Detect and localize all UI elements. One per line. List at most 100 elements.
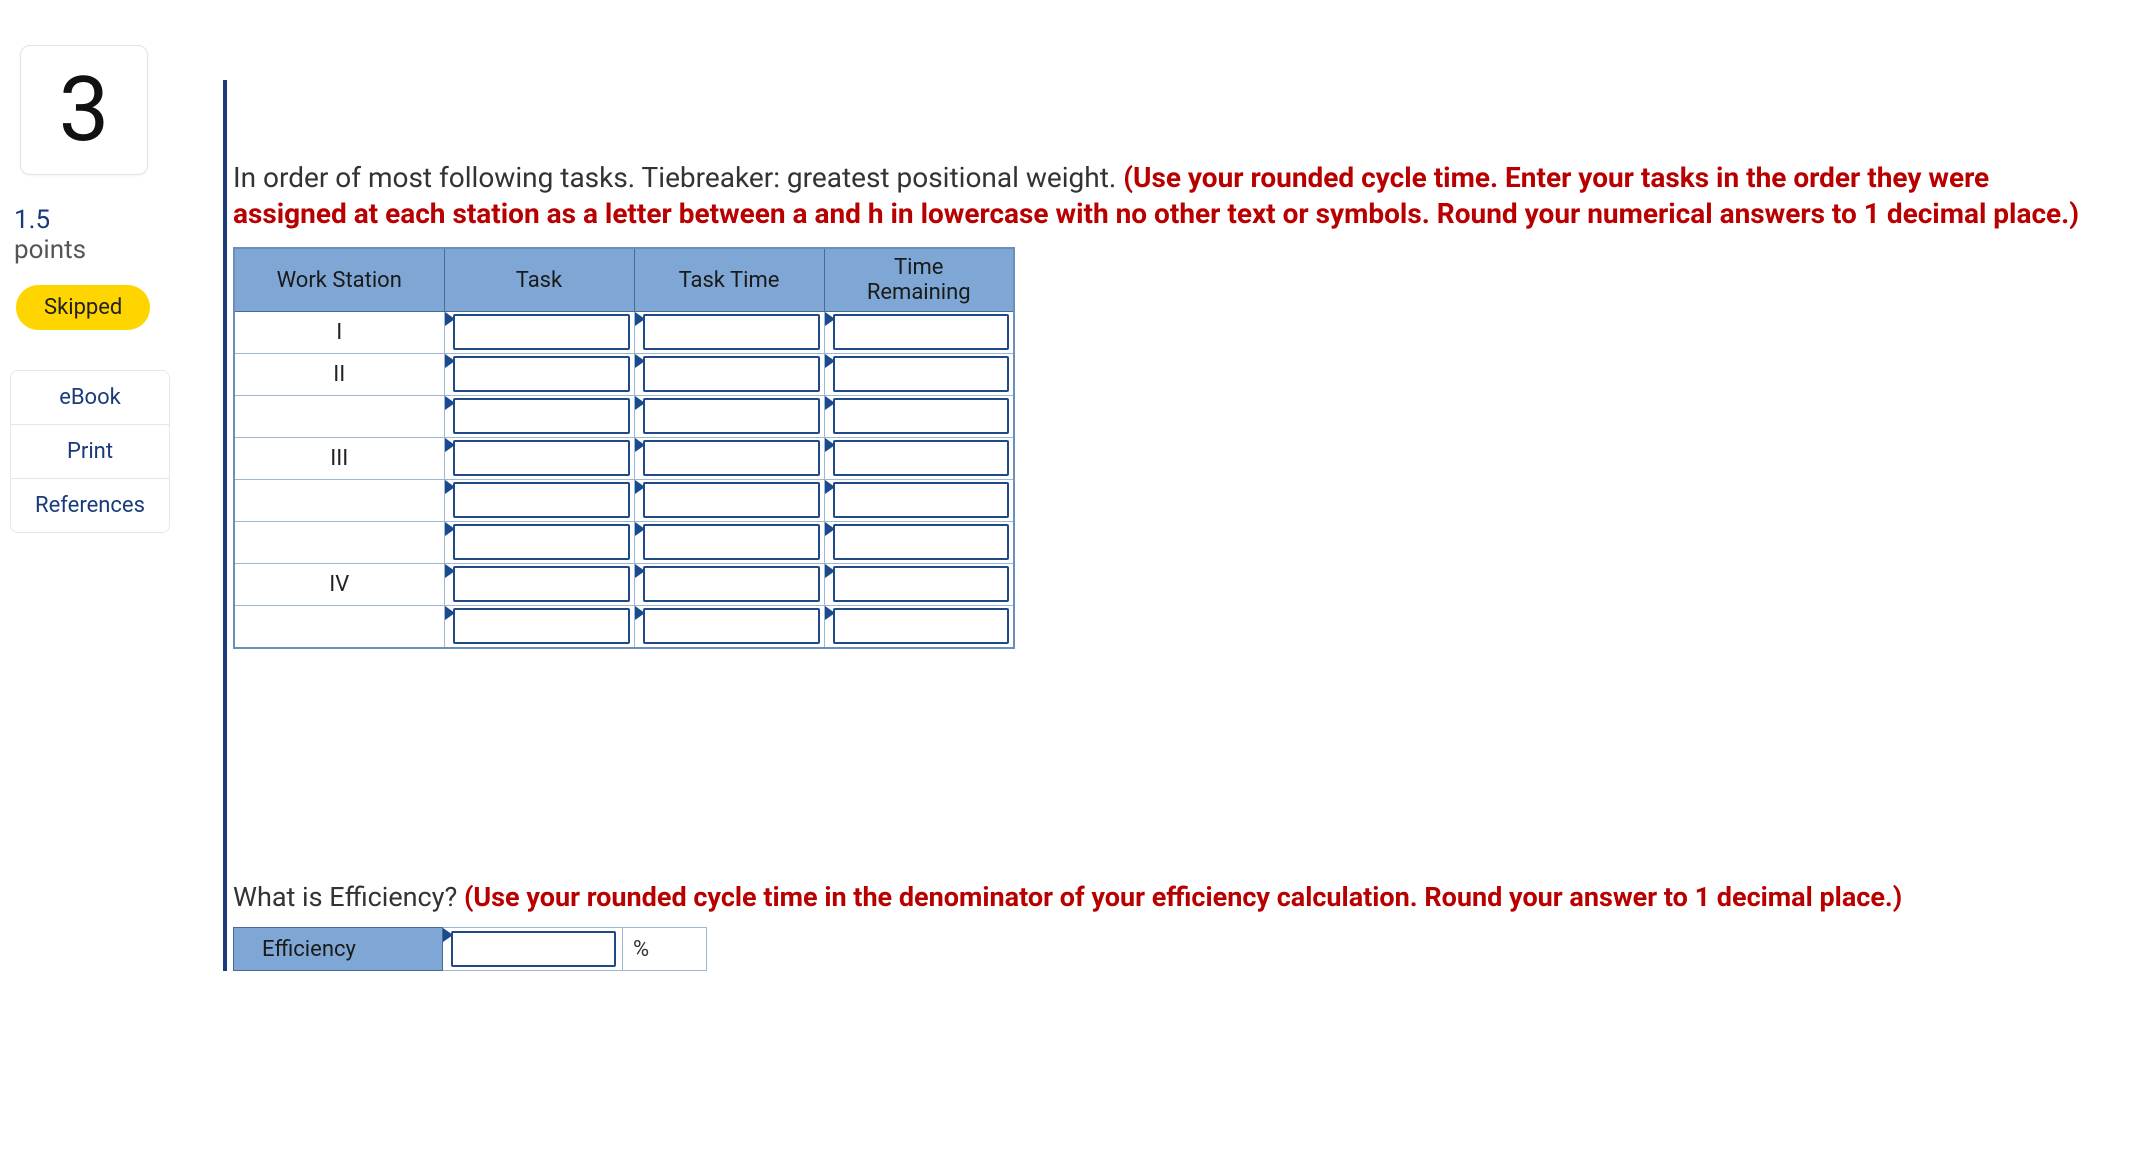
task-cell: [444, 312, 634, 354]
input-marker-icon: [635, 438, 645, 452]
task-time-input[interactable]: [643, 482, 820, 518]
time-remaining-cell: [824, 606, 1014, 648]
task-time-cell: [634, 522, 824, 564]
header-task: Task: [444, 248, 634, 312]
header-workstation: Work Station: [234, 248, 444, 312]
input-marker-icon: [445, 438, 455, 452]
vertical-rule: [223, 80, 227, 971]
time-remaining-input[interactable]: [833, 524, 1010, 560]
task-cell: [444, 522, 634, 564]
time-remaining-input[interactable]: [833, 608, 1010, 644]
points-value: 1.5: [14, 205, 205, 235]
task-input[interactable]: [453, 566, 630, 602]
task-cell: [444, 438, 634, 480]
ws-cell: IV: [234, 564, 444, 606]
input-marker-icon: [445, 606, 455, 620]
question-prompt: In order of most following tasks. Tiebre…: [233, 160, 2100, 233]
time-remaining-cell: [824, 480, 1014, 522]
task-input[interactable]: [453, 356, 630, 392]
input-marker-icon: [635, 606, 645, 620]
task-input[interactable]: [453, 608, 630, 644]
input-marker-icon: [825, 312, 835, 326]
task-input[interactable]: [453, 398, 630, 434]
time-remaining-input[interactable]: [833, 356, 1010, 392]
spacer: [233, 649, 2100, 869]
time-remaining-input[interactable]: [833, 314, 1010, 350]
question-content: In order of most following tasks. Tiebre…: [233, 40, 2140, 971]
time-remaining-input[interactable]: [833, 440, 1010, 476]
sidebar-link-ebook[interactable]: eBook: [11, 371, 169, 425]
efficiency-prompt: What is Efficiency? (Use your rounded cy…: [233, 879, 2100, 915]
workstation-table-wrap: Work Station Task Task Time Time Remaini…: [233, 247, 2100, 649]
table-row: III: [234, 438, 1014, 480]
input-marker-icon: [445, 564, 455, 578]
task-time-cell: [634, 438, 824, 480]
workstation-table: Work Station Task Task Time Time Remaini…: [233, 247, 1015, 649]
efficiency-prompt-instructions: (Use your rounded cycle time in the deno…: [464, 881, 1902, 913]
table-row: [234, 606, 1014, 648]
efficiency-row: Efficiency %: [233, 927, 2100, 971]
input-marker-icon: [635, 354, 645, 368]
table-row: II: [234, 354, 1014, 396]
time-remaining-cell: [824, 354, 1014, 396]
table-row: [234, 480, 1014, 522]
input-marker-icon: [825, 396, 835, 410]
question-number: 3: [59, 65, 110, 155]
table-header-row: Work Station Task Task Time Time Remaini…: [234, 248, 1014, 312]
ws-cell: I: [234, 312, 444, 354]
task-input[interactable]: [453, 524, 630, 560]
efficiency-input-cell: [443, 927, 623, 971]
efficiency-input[interactable]: [451, 931, 616, 967]
ws-cell: [234, 522, 444, 564]
input-marker-icon: [825, 522, 835, 536]
task-time-input[interactable]: [643, 356, 820, 392]
task-cell: [444, 480, 634, 522]
input-marker-icon: [635, 480, 645, 494]
ws-cell: II: [234, 354, 444, 396]
points-label: points: [14, 235, 205, 265]
table-row: [234, 522, 1014, 564]
task-time-cell: [634, 396, 824, 438]
task-input[interactable]: [453, 314, 630, 350]
sidebar-link-print[interactable]: Print: [11, 425, 169, 479]
task-time-input[interactable]: [643, 566, 820, 602]
efficiency-prompt-text: What is Efficiency?: [233, 881, 464, 913]
status-badge: Skipped: [16, 285, 150, 330]
input-marker-icon: [635, 564, 645, 578]
time-remaining-input[interactable]: [833, 566, 1010, 602]
task-time-cell: [634, 312, 824, 354]
ws-cell: III: [234, 438, 444, 480]
header-time-remaining: Time Remaining: [824, 248, 1014, 312]
input-marker-icon: [825, 606, 835, 620]
task-time-input[interactable]: [643, 314, 820, 350]
time-remaining-cell: [824, 438, 1014, 480]
task-time-cell: [634, 606, 824, 648]
time-remaining-input[interactable]: [833, 482, 1010, 518]
input-marker-icon: [445, 480, 455, 494]
task-time-input[interactable]: [643, 440, 820, 476]
task-cell: [444, 564, 634, 606]
task-cell: [444, 354, 634, 396]
table-row: I: [234, 312, 1014, 354]
task-cell: [444, 606, 634, 648]
sidebar-link-references[interactable]: References: [11, 479, 169, 532]
task-input[interactable]: [453, 440, 630, 476]
task-time-cell: [634, 564, 824, 606]
task-time-input[interactable]: [643, 398, 820, 434]
prompt-text: In order of most following tasks. Tiebre…: [233, 161, 1123, 194]
task-time-cell: [634, 354, 824, 396]
task-cell: [444, 396, 634, 438]
table-row: IV: [234, 564, 1014, 606]
task-time-input[interactable]: [643, 524, 820, 560]
task-input[interactable]: [453, 482, 630, 518]
input-marker-icon: [445, 396, 455, 410]
input-marker-icon: [825, 480, 835, 494]
ws-cell: [234, 606, 444, 648]
input-marker-icon: [635, 522, 645, 536]
task-time-input[interactable]: [643, 608, 820, 644]
table-row: [234, 396, 1014, 438]
input-marker-icon: [635, 396, 645, 410]
efficiency-unit: %: [623, 927, 707, 971]
time-remaining-input[interactable]: [833, 398, 1010, 434]
input-marker-icon: [825, 564, 835, 578]
